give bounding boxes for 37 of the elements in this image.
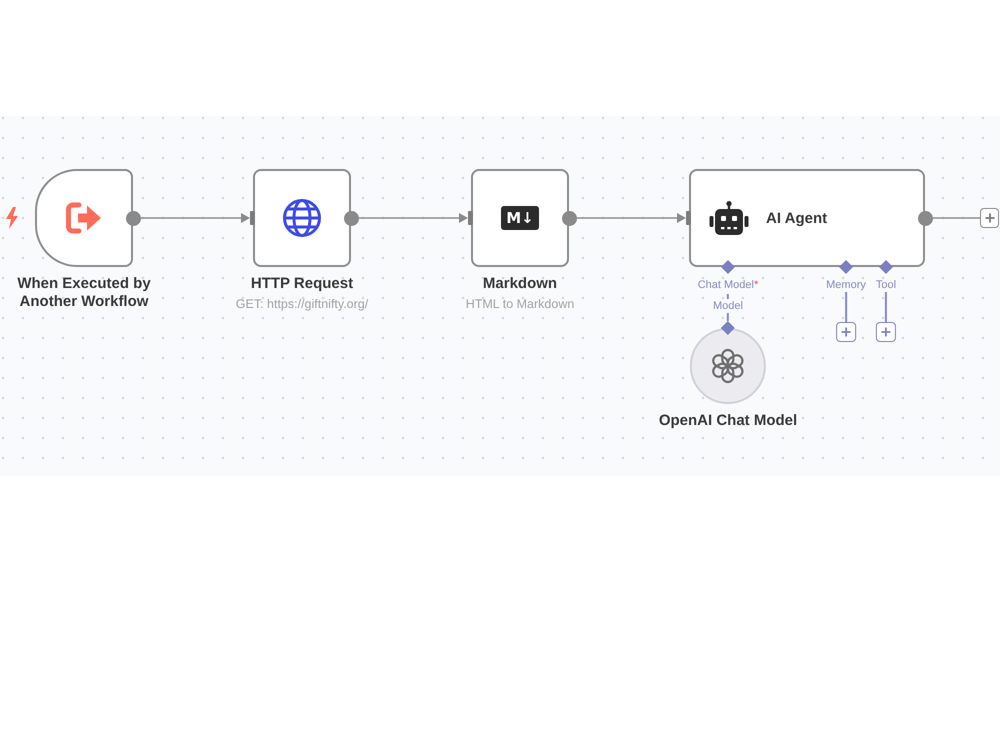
- connection-line: [885, 292, 887, 322]
- add-node-button[interactable]: [836, 322, 856, 342]
- port-label: Model: [713, 300, 743, 313]
- node-title: Markdown: [482, 275, 558, 293]
- workflow-node[interactable]: [253, 169, 351, 267]
- port-label: Tool: [876, 279, 896, 292]
- add-node-button[interactable]: [980, 208, 999, 228]
- input-handle[interactable]: [250, 211, 254, 225]
- port-label: Chat Model*: [698, 279, 758, 292]
- node-title: When Executed by Another Workflow: [16, 275, 152, 311]
- robot-icon: [709, 201, 749, 235]
- node-subtitle: HTML to Markdown: [466, 297, 574, 312]
- input-handle[interactable]: [686, 211, 690, 225]
- markdown-logo: M↓: [501, 206, 539, 230]
- connection-line: [845, 292, 847, 322]
- port-handle[interactable]: [721, 321, 735, 335]
- plus-icon: [984, 213, 994, 223]
- port-label: Memory: [826, 279, 866, 292]
- port-handle[interactable]: [879, 260, 893, 274]
- port-handle[interactable]: [839, 260, 853, 274]
- exit-arrow-icon: [65, 201, 103, 235]
- node-title: AI Agent: [766, 210, 828, 226]
- plus-icon: [881, 327, 891, 337]
- node-title: OpenAI Chat Model: [658, 412, 798, 430]
- globe-icon: [282, 198, 322, 238]
- plus-icon: [841, 327, 851, 337]
- workflow-node[interactable]: M↓: [471, 169, 569, 267]
- add-node-button[interactable]: [876, 322, 896, 342]
- flower-icon: [710, 348, 746, 384]
- port-handle[interactable]: [721, 260, 735, 274]
- connection-line: [933, 217, 980, 219]
- input-handle[interactable]: [468, 211, 472, 225]
- node-subtitle: GET: https://giftnifty.org/: [236, 297, 368, 312]
- node-title: HTTP Request: [250, 275, 354, 293]
- workflow-node[interactable]: [35, 169, 133, 267]
- workflow-node[interactable]: AI Agent: [689, 169, 925, 267]
- lightning-icon: [5, 207, 19, 229]
